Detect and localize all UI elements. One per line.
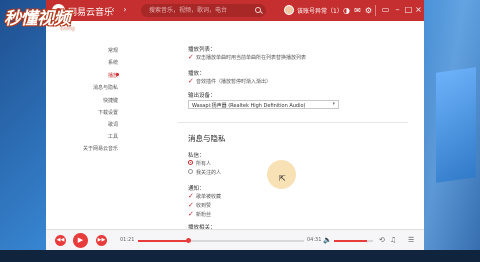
mail-icon[interactable]: ✉ <box>353 6 362 15</box>
play-button[interactable]: ▶ <box>73 233 88 248</box>
playlist-option[interactable]: 双击播放单曲时用当前单曲所在列表替换播放列表 <box>196 54 306 61</box>
total-time: 04:31 <box>307 237 322 243</box>
sidebar-item-tools[interactable]: 工具 <box>108 133 118 140</box>
minimize-icon[interactable]: – <box>392 4 403 16</box>
progress-bar[interactable] <box>138 238 304 243</box>
progress-fill <box>138 240 188 242</box>
privacy-section-title: 消息与隐私 <box>188 134 226 143</box>
elapsed-time: 01:21 <box>120 237 135 243</box>
sidebar-item-shortcuts[interactable]: 快捷键 <box>103 97 118 104</box>
checkmark-icon[interactable]: ✓ <box>188 202 194 209</box>
search-input[interactable] <box>149 5 249 16</box>
notify-option-like[interactable]: 收到赞 <box>196 202 211 209</box>
effect-option[interactable]: 音效插件（播放暂停时渐入渐出） <box>196 78 271 85</box>
device-label: 输出设备： <box>188 93 216 99</box>
chevron-down-icon: ▾ <box>332 101 335 107</box>
checkmark-icon[interactable]: ✓ <box>188 78 194 85</box>
private-msg-label: 私信： <box>188 153 205 159</box>
playlist-label: 播放列表： <box>188 47 216 53</box>
radio-following[interactable] <box>188 169 193 174</box>
titlebar-divider <box>375 5 376 16</box>
checkmark-icon[interactable]: ✓ <box>188 193 194 200</box>
taskbar <box>0 250 480 262</box>
output-device-select[interactable]: Wasapi:扬声器 (Realtek High Definition Audi… <box>188 100 339 109</box>
search-box[interactable] <box>141 4 266 17</box>
sidebar-item-general[interactable]: 常规 <box>108 47 118 54</box>
settings-sidebar: 常规 系统 播放 消息与隐私 快捷键 下载设置 歌词 工具 关于网易云音乐 <box>46 21 128 229</box>
avatar[interactable] <box>284 5 294 15</box>
loop-mode-icon[interactable]: ⟲ <box>379 236 385 244</box>
checkmark-icon[interactable]: ✓ <box>188 211 194 218</box>
checkmark-icon[interactable]: ✓ <box>188 54 194 61</box>
radio-all-label[interactable]: 所有人 <box>196 160 211 167</box>
section-divider <box>178 122 408 123</box>
watermark: 秒懂视频 iDong <box>2 2 117 34</box>
search-icon[interactable] <box>255 7 261 13</box>
volume-slider[interactable] <box>334 240 373 242</box>
watermark-sub: iDong <box>60 26 75 32</box>
radio-all[interactable] <box>188 160 193 165</box>
sidebar-item-system[interactable]: 系统 <box>108 59 118 66</box>
next-track-button[interactable]: ▶▶ <box>96 235 107 246</box>
radio-following-label[interactable]: 我关注的人 <box>196 169 221 176</box>
progress-knob[interactable] <box>185 238 191 243</box>
player-bar: ◀◀ ▶ ▶▶ 01:21 04:31 🔈 ⟲ ♫ ☰ <box>46 229 424 250</box>
settings-content: 播放列表： ✓ 双击播放单曲时用当前单曲所在列表替换播放列表 播放： ✓ 音效插… <box>128 21 424 231</box>
music-app-window: 网易云音乐 ‹ › 该账号异常（1） ◑ ✉ ⚙ ▭ – □ × 常规 系统 播… <box>46 0 424 250</box>
skin-icon[interactable]: ◑ <box>342 6 351 15</box>
username[interactable]: 该账号异常（1） <box>297 6 343 15</box>
close-icon[interactable]: × <box>413 4 424 16</box>
gear-icon[interactable]: ⚙ <box>364 6 373 15</box>
notify-label: 通知： <box>188 186 205 192</box>
forward-icon[interactable]: › <box>120 5 130 15</box>
playlist-icon[interactable]: ☰ <box>408 236 414 244</box>
windows-logo-pane <box>436 67 476 183</box>
volume-fill <box>334 240 368 242</box>
mouse-cursor-icon: ⇱ <box>279 174 286 183</box>
sidebar-item-privacy[interactable]: 消息与隐私 <box>93 84 118 91</box>
output-device-value: Wasapi:扬声器 (Realtek High Definition Audi… <box>192 103 306 109</box>
sidebar-item-download[interactable]: 下载设置 <box>98 109 118 116</box>
effect-label: 播放： <box>188 71 205 77</box>
notify-option-collect[interactable]: 歌单被收藏 <box>196 193 221 200</box>
notify-option-fans[interactable]: 新粉丝 <box>196 211 211 218</box>
sidebar-item-about[interactable]: 关于网易云音乐 <box>83 145 118 152</box>
lyrics-icon[interactable]: ♫ <box>390 236 396 244</box>
mini-mode-icon[interactable]: ▭ <box>380 4 391 16</box>
previous-track-button[interactable]: ◀◀ <box>55 235 66 246</box>
volume-icon[interactable]: 🔈 <box>323 236 332 244</box>
active-indicator <box>116 73 119 76</box>
sidebar-item-lyrics[interactable]: 歌词 <box>108 121 118 128</box>
